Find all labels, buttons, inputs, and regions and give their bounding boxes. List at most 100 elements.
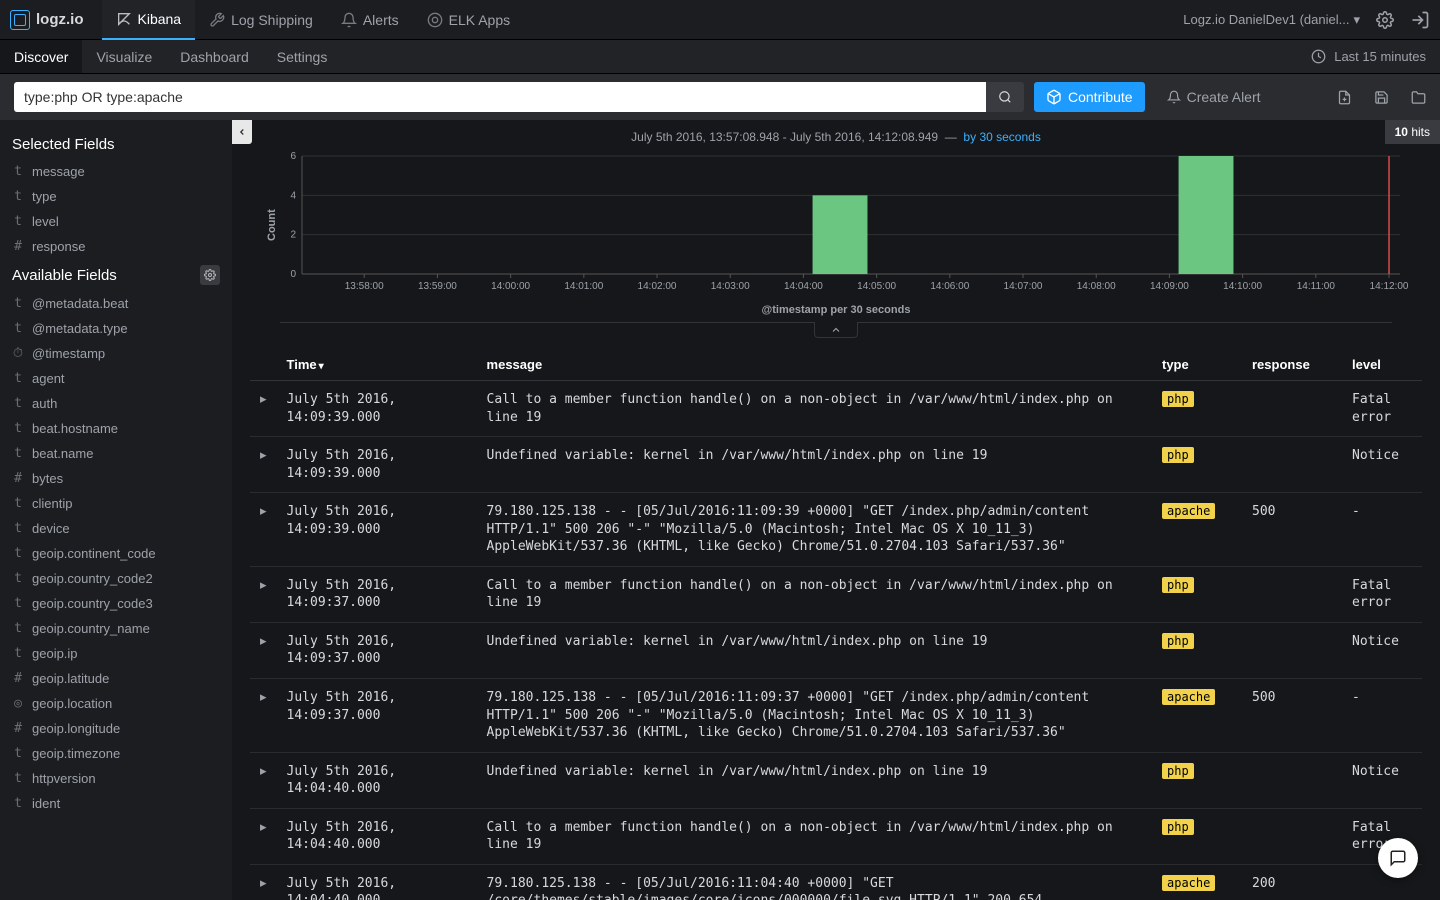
field-httpversion[interactable]: thttpversion — [0, 766, 232, 791]
cell-time: July 5th 2016, 14:04:40.000 — [277, 752, 477, 808]
account-dropdown[interactable]: Logz.io DanielDev1 (daniel... ▾ — [1183, 12, 1360, 28]
time-picker[interactable]: Last 15 minutes — [1311, 40, 1440, 73]
logout-icon[interactable] — [1410, 10, 1430, 30]
field--metadata-type[interactable]: t@metadata.type — [0, 316, 232, 341]
tab-visualize[interactable]: Visualize — [82, 40, 166, 73]
field-geoip-country-code3[interactable]: tgeoip.country_code3 — [0, 591, 232, 616]
create-alert-button[interactable]: Create Alert — [1167, 89, 1261, 105]
field--metadata-beat[interactable]: t@metadata.beat — [0, 291, 232, 316]
search-input[interactable] — [14, 82, 986, 112]
nav-items: KibanaLog ShippingAlertsELK Apps — [102, 0, 525, 40]
field-beat-name[interactable]: tbeat.name — [0, 441, 232, 466]
field-type-icon: t — [12, 321, 24, 336]
expand-row-button[interactable]: ▸ — [250, 566, 277, 622]
expand-row-button[interactable]: ▸ — [250, 622, 277, 678]
expand-row-button[interactable]: ▸ — [250, 381, 277, 437]
chevron-left-icon — [237, 127, 247, 137]
cell-level: Notice — [1342, 622, 1422, 678]
col-message[interactable]: message — [477, 349, 1152, 381]
cell-time: July 5th 2016, 14:04:40.000 — [277, 808, 477, 864]
selected-fields-header: Selected Fields — [0, 130, 232, 159]
nav-item-kibana[interactable]: Kibana — [102, 0, 196, 40]
chevron-down-icon: ▾ — [1353, 12, 1360, 28]
gear-icon — [204, 269, 216, 281]
logo-icon — [10, 10, 30, 30]
field--timestamp[interactable]: ⏱@timestamp — [0, 341, 232, 366]
field-ident[interactable]: tident — [0, 791, 232, 816]
cell-message: 79.180.125.138 - - [05/Jul/2016:11:04:40… — [477, 864, 1152, 900]
field-response[interactable]: #response — [0, 234, 232, 259]
field-geoip-ip[interactable]: tgeoip.ip — [0, 641, 232, 666]
tab-settings[interactable]: Settings — [263, 40, 342, 73]
field-type-icon: t — [12, 521, 24, 536]
log-table: Time▾ message type response level ▸July … — [232, 323, 1440, 900]
field-geoip-country-code2[interactable]: tgeoip.country_code2 — [0, 566, 232, 591]
expand-row-button[interactable]: ▸ — [250, 752, 277, 808]
field-type-icon: t — [12, 796, 24, 811]
field-type-icon: t — [12, 546, 24, 561]
col-level[interactable]: level — [1342, 349, 1422, 381]
field-geoip-latitude[interactable]: #geoip.latitude — [0, 666, 232, 691]
contribute-button[interactable]: Contribute — [1034, 82, 1145, 112]
field-bytes[interactable]: #bytes — [0, 466, 232, 491]
cell-response: 500 — [1242, 493, 1342, 567]
settings-icon[interactable] — [1376, 11, 1394, 29]
table-row: ▸July 5th 2016, 14:09:39.000Call to a me… — [250, 381, 1422, 437]
cell-message: 79.180.125.138 - - [05/Jul/2016:11:09:37… — [477, 679, 1152, 753]
expand-row-button[interactable]: ▸ — [250, 493, 277, 567]
cell-level: Fatal error — [1342, 381, 1422, 437]
nav-item-elk-apps[interactable]: ELK Apps — [413, 0, 525, 40]
svg-text:2: 2 — [290, 230, 296, 241]
table-row: ▸July 5th 2016, 14:09:37.000Call to a me… — [250, 566, 1422, 622]
nav-item-log-shipping[interactable]: Log Shipping — [195, 0, 327, 40]
field-device[interactable]: tdevice — [0, 516, 232, 541]
alerts-icon — [341, 12, 357, 28]
histogram-chart[interactable]: 024613:58:0013:59:0014:00:0014:01:0014:0… — [278, 150, 1410, 300]
tab-discover[interactable]: Discover — [0, 40, 82, 73]
expand-row-button[interactable]: ▸ — [250, 437, 277, 493]
field-geoip-timezone[interactable]: tgeoip.timezone — [0, 741, 232, 766]
help-bubble[interactable] — [1378, 838, 1418, 878]
save-search-icon[interactable] — [1374, 90, 1389, 105]
svg-text:14:01:00: 14:01:00 — [564, 281, 603, 292]
fields-settings-button[interactable] — [200, 265, 220, 285]
col-time[interactable]: Time▾ — [277, 349, 477, 381]
nav-item-alerts[interactable]: Alerts — [327, 0, 413, 40]
tab-dashboard[interactable]: Dashboard — [166, 40, 263, 73]
hits-count: 10 hits — [1385, 120, 1440, 144]
col-type[interactable]: type — [1152, 349, 1242, 381]
sidebar-collapse-button[interactable] — [232, 120, 252, 144]
field-geoip-continent-code[interactable]: tgeoip.continent_code — [0, 541, 232, 566]
search-icon — [998, 90, 1012, 104]
field-clientip[interactable]: tclientip — [0, 491, 232, 516]
new-search-icon[interactable] — [1337, 90, 1352, 105]
field-message[interactable]: tmessage — [0, 159, 232, 184]
field-beat-hostname[interactable]: tbeat.hostname — [0, 416, 232, 441]
expand-row-button[interactable]: ▸ — [250, 864, 277, 900]
open-search-icon[interactable] — [1411, 90, 1426, 105]
expand-row-button[interactable]: ▸ — [250, 808, 277, 864]
table-row: ▸July 5th 2016, 14:04:40.00079.180.125.1… — [250, 864, 1422, 900]
interval-picker[interactable]: by 30 seconds — [963, 130, 1040, 144]
field-geoip-location[interactable]: ◎geoip.location — [0, 691, 232, 716]
kibana-icon — [116, 11, 132, 27]
search-button[interactable] — [986, 82, 1024, 112]
col-response[interactable]: response — [1242, 349, 1342, 381]
chart-title: July 5th 2016, 13:57:08.948 - July 5th 2… — [262, 130, 1410, 144]
cell-response: 500 — [1242, 679, 1342, 753]
svg-text:14:07:00: 14:07:00 — [1004, 281, 1043, 292]
field-level[interactable]: tlevel — [0, 209, 232, 234]
chart-toggle-button[interactable] — [814, 322, 858, 338]
field-agent[interactable]: tagent — [0, 366, 232, 391]
field-geoip-country-name[interactable]: tgeoip.country_name — [0, 616, 232, 641]
table-row: ▸July 5th 2016, 14:09:39.00079.180.125.1… — [250, 493, 1422, 567]
cell-message: Undefined variable: kernel in /var/www/h… — [477, 752, 1152, 808]
field-geoip-longitude[interactable]: #geoip.longitude — [0, 716, 232, 741]
cell-response — [1242, 808, 1342, 864]
expand-row-button[interactable]: ▸ — [250, 679, 277, 753]
field-type[interactable]: ttype — [0, 184, 232, 209]
field-auth[interactable]: tauth — [0, 391, 232, 416]
brand-logo[interactable]: logz.io — [10, 10, 84, 30]
cell-type: php — [1152, 437, 1242, 493]
field-type-icon: # — [12, 671, 24, 686]
